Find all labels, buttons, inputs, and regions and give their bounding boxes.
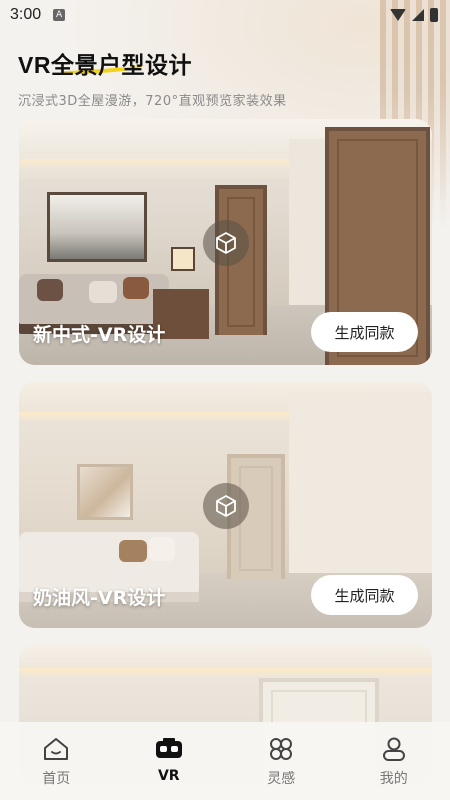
status-time: 3:00 bbox=[10, 6, 42, 23]
card-title: 奶油风-VR设计 bbox=[33, 587, 166, 609]
nav-item-profile[interactable]: 我的 bbox=[354, 736, 434, 788]
design-card-cream-style[interactable]: 奶油风-VR设计 生成同款 bbox=[19, 382, 432, 628]
page-subtitle: 沉浸式3D全屋漫游，720°直观预览家装效果 bbox=[18, 94, 287, 109]
nav-item-inspiration[interactable]: 灵感 bbox=[241, 736, 321, 788]
nav-item-home[interactable]: 首页 bbox=[16, 736, 96, 788]
home-icon bbox=[42, 736, 70, 762]
ceiling-light bbox=[19, 668, 432, 678]
generate-same-button[interactable]: 生成同款 bbox=[311, 312, 418, 352]
landscape-painting bbox=[47, 192, 147, 262]
page-title-wrap: VR全景户型设计 bbox=[18, 46, 192, 80]
design-card-new-chinese[interactable]: 新中式-VR设计 生成同款 bbox=[19, 119, 432, 365]
nav-label: VR bbox=[157, 768, 180, 784]
profile-icon bbox=[380, 736, 408, 762]
nav-label: 灵感 bbox=[267, 771, 296, 787]
pillow bbox=[123, 277, 149, 299]
nav-item-vr[interactable]: VR bbox=[129, 736, 209, 784]
nav-label: 首页 bbox=[42, 771, 71, 787]
page-title: VR全景户型设计 bbox=[18, 52, 192, 78]
abstract-painting bbox=[77, 464, 133, 520]
pillow bbox=[149, 537, 175, 561]
page-header: VR全景户型设计 沉浸式3D全屋漫游，720°直观预览家装效果 bbox=[18, 46, 287, 109]
vr-360-icon[interactable] bbox=[203, 483, 249, 529]
card-title: 新中式-VR设计 bbox=[33, 324, 166, 346]
generate-same-button[interactable]: 生成同款 bbox=[311, 575, 418, 615]
bottom-nav: 首页 VR 灵感 我的 bbox=[0, 722, 450, 800]
status-icons bbox=[390, 8, 438, 22]
signal-icon bbox=[412, 9, 424, 21]
wifi-icon bbox=[390, 9, 406, 21]
status-bar: 3:00 A bbox=[0, 0, 450, 30]
pillow bbox=[119, 540, 147, 562]
vr-360-icon[interactable] bbox=[203, 220, 249, 266]
battery-icon bbox=[430, 8, 438, 22]
inspiration-icon bbox=[267, 736, 295, 762]
notification-icon: A bbox=[53, 9, 66, 21]
table-lamp bbox=[171, 247, 195, 271]
vr-headset-icon bbox=[155, 736, 183, 762]
pillow bbox=[89, 281, 117, 303]
pillow bbox=[37, 279, 63, 301]
nav-label: 我的 bbox=[379, 771, 408, 787]
